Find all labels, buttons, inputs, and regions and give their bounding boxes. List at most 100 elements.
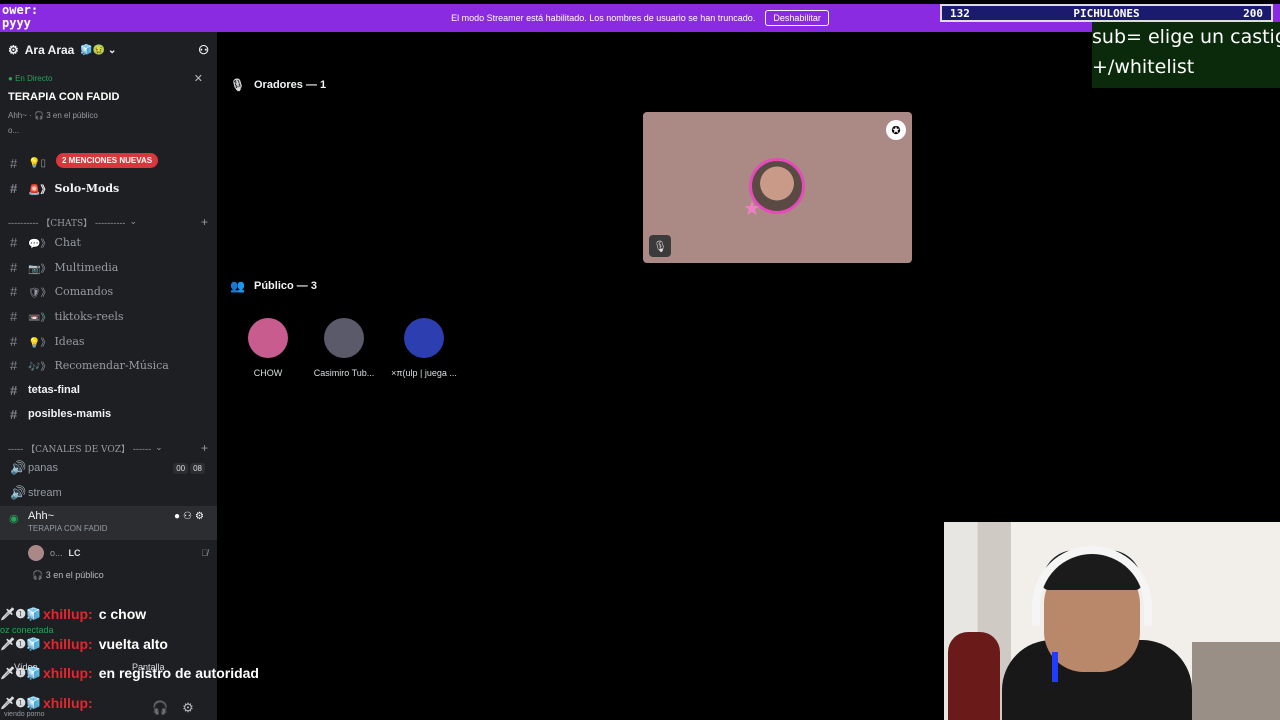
audience-member[interactable]: ×π(ulp | juega ... — [384, 318, 464, 378]
channel-emoji-icon: 💡》 — [28, 337, 51, 349]
user-controls-icon[interactable]: 🎧⚙ — [152, 700, 208, 716]
channel-posibles[interactable]: # posibles-mamis — [0, 403, 217, 425]
channel-label: Chat — [54, 235, 81, 249]
server-name: Ara Araa — [24, 43, 75, 57]
chat-badges-icon: 🗡❶🧊 — [0, 607, 41, 621]
moderator-badge-icon: ✪ — [886, 120, 906, 140]
avatar — [324, 318, 364, 358]
hash-icon: # — [10, 283, 18, 299]
channel-label: stream — [28, 487, 62, 499]
channel-comandos[interactable]: # 🛡》 Comandos — [0, 280, 217, 302]
stage-audience-count[interactable]: 🎧 3 en el público — [32, 570, 104, 581]
mention-badge[interactable]: 2 MENCIONES NUEVAS — [56, 153, 159, 168]
banner-text: El modo Streamer está habilitado. Los no… — [451, 13, 756, 23]
stream-logo-overlay: ower: pyyy — [0, 4, 56, 34]
voice-channel-panas[interactable]: 🔊 panas 00 08 — [0, 457, 217, 479]
microphone-icon: 🎙 — [230, 78, 246, 92]
channel-emoji-icon: 🚨》 — [28, 184, 51, 196]
server-emoji-icon: 🧊🤢 ⌄ — [80, 44, 117, 56]
mic-muted-icon: 🎙̸ — [201, 548, 208, 558]
logo-text: ower: pyyy — [2, 4, 39, 30]
live-stage-panel[interactable]: ● En Directo ✕ TERAPIA CON FADID Ahh~ · … — [0, 68, 217, 139]
audience-header: 👥 Público — 3 — [230, 279, 317, 293]
hash-icon: # — [10, 382, 18, 398]
webcam-background — [1192, 642, 1280, 720]
hash-icon: # — [10, 155, 18, 171]
server-header[interactable]: ⚙ Ara Araa 🧊🤢 ⌄ ⚇ — [0, 32, 217, 68]
category-label: ---------- 【CHATS】 ---------- — [8, 218, 126, 229]
channel-tiktoks[interactable]: # 📼》 tiktoks-reels — [0, 305, 217, 327]
add-channel-icon[interactable]: + — [201, 441, 208, 455]
chat-message: vuelta alto — [98, 636, 168, 652]
audience-member-name: Casimiro Tub... — [313, 368, 375, 378]
channel-tetas[interactable]: # tetas-final — [0, 379, 217, 401]
counter-label: PICHULONES — [1073, 6, 1140, 20]
stage-user-tag: LC — [68, 548, 81, 558]
channel-solo-mods[interactable]: # 🚨》 Solo-Mods — [0, 177, 217, 199]
hash-icon: # — [10, 357, 18, 373]
chat-line: 🗡❶🧊 xhillup: en registro de autoridad — [0, 660, 320, 686]
hash-icon: # — [10, 406, 18, 422]
stage-icon: ◉ — [9, 513, 19, 525]
hash-icon: # — [10, 234, 18, 250]
stage-controls-icon[interactable]: ●⚇⚙ — [174, 511, 207, 522]
channel-emoji-icon: 🛡》 — [28, 287, 51, 299]
audience-header-label: Público — 3 — [254, 280, 317, 292]
voice-count-limit: 08 — [190, 462, 205, 474]
hash-icon: # — [10, 259, 18, 275]
speaker-card[interactable]: ★ ✪ 🎙 — [643, 112, 912, 263]
avatar — [248, 318, 288, 358]
audience-member[interactable]: Casimiro Tub... — [304, 318, 384, 378]
people-icon: 👥 — [230, 279, 245, 293]
add-channel-icon[interactable]: + — [201, 215, 208, 229]
chat-line: 🗡❶🧊 xhillup: c chow — [0, 601, 320, 627]
goal-counter: 132 PICHULONES 200 — [940, 4, 1273, 22]
disable-streamer-button[interactable]: Deshabilitar — [765, 10, 829, 26]
mic-muted-icon: 🎙 — [649, 235, 671, 257]
channel-recomendar[interactable]: # 🎶》 Recomendar-Música — [0, 354, 217, 376]
sub-text-line1: sub= elige un castigo — [1092, 26, 1280, 48]
channel-ideas[interactable]: # 💡》 Ideas — [0, 330, 217, 352]
chat-message: c chow — [98, 606, 147, 622]
category-voice[interactable]: ----- 【CANALES DE VOZ】 ------ ⌄ + — [8, 441, 208, 455]
headphones-icon: 🎧 — [32, 570, 46, 580]
stage-audience-label: 3 en el público — [45, 570, 104, 580]
close-icon[interactable]: ✕ — [194, 72, 203, 85]
chat-username: xhillup: — [42, 606, 93, 622]
live-tag: ● En Directo — [8, 74, 53, 83]
channel-label: Comandos — [54, 284, 114, 298]
live-title: TERAPIA CON FADID — [8, 91, 120, 103]
hash-icon: # — [10, 333, 18, 349]
chat-username: xhillup: — [42, 636, 93, 652]
channel-label: Ideas — [54, 334, 85, 348]
voice-channel-stream[interactable]: 🔊 stream — [0, 482, 217, 504]
chat-message: en registro de autoridad — [98, 665, 259, 681]
active-stage-channel[interactable]: ◉ Ahh~ TERAPIA CON FADID ●⚇⚙ — [0, 506, 217, 540]
chat-badges-icon: 🗡❶🧊 — [0, 666, 41, 680]
speakers-header: 🎙 Oradores — 1 — [230, 78, 326, 92]
add-member-icon[interactable]: ⚇ — [198, 43, 209, 57]
channel-chat[interactable]: # 💬》 Chat — [0, 231, 217, 253]
hash-icon: # — [10, 180, 18, 196]
user-status: viendo porno — [4, 711, 45, 718]
speaker-icon: 🔊 — [10, 460, 27, 475]
audience-member-name: ×π(ulp | juega ... — [391, 368, 457, 378]
speaker-icon: 🔊 — [10, 485, 27, 500]
chat-badges-icon: 🗡❶🧊 — [0, 637, 41, 651]
stage-channel-subtitle: TERAPIA CON FADID — [28, 524, 108, 533]
live-meta-user: o... — [8, 126, 20, 135]
audience-member[interactable]: CHOW — [228, 318, 308, 378]
channel-emoji-icon: 📼》 — [28, 312, 51, 324]
stage-user-row[interactable]: o... LC 🎙̸ — [28, 545, 208, 561]
channel-multimedia[interactable]: # 📷》 Multimedia — [0, 256, 217, 278]
server-gear-icon: ⚙ — [8, 43, 19, 57]
sub-overlay: sub= elige un castigo +/whitelist — [1092, 22, 1280, 88]
channel-emoji-icon: 🎶》 — [28, 361, 51, 373]
avatar — [28, 545, 44, 561]
avatar — [404, 318, 444, 358]
audience-member-name: CHOW — [253, 368, 283, 378]
chat-badges-icon: 🗡❶🧊 — [0, 696, 41, 710]
voice-count-current: 00 — [173, 462, 189, 474]
channel-label: Recomendar-Música — [54, 358, 169, 372]
category-chats[interactable]: ---------- 【CHATS】 ---------- ⌄ + — [8, 215, 208, 229]
